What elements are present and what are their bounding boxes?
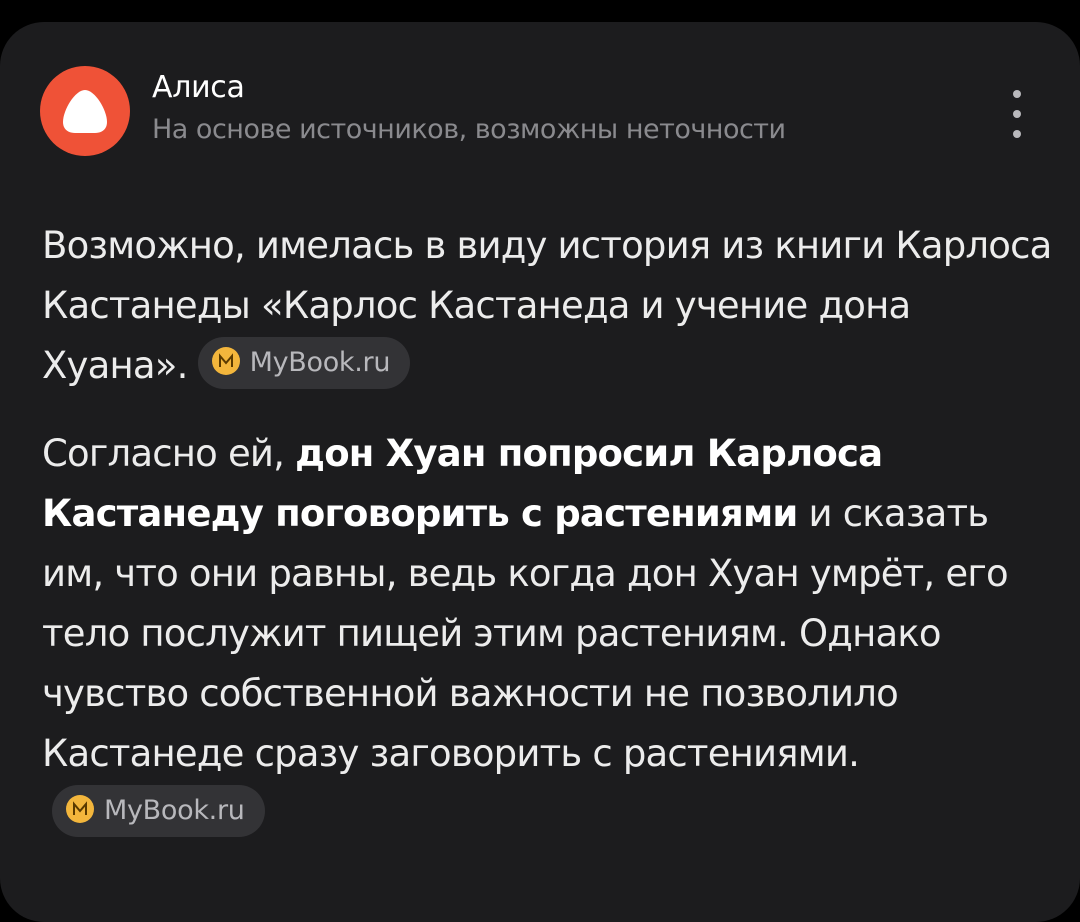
more-vertical-icon[interactable] xyxy=(998,86,1038,142)
mybook-logo-icon xyxy=(211,347,240,375)
answer-paragraph-1: Возможно, имелась в виду история из книг… xyxy=(42,216,1052,396)
assistant-name: Алиса xyxy=(152,70,245,105)
answer-paragraph-2: Согласно ей, дон Хуан попросил Карлоса К… xyxy=(42,424,1052,844)
source-chip-1[interactable]: MyBook.ru xyxy=(197,336,411,389)
source-chip-1-label: MyBook.ru xyxy=(249,346,391,378)
alice-logo-icon xyxy=(40,66,130,156)
source-chip-2[interactable]: MyBook.ru xyxy=(52,784,265,837)
mybook-logo-icon xyxy=(66,795,94,823)
answer-header: Алиса На основе источников, возможны нет… xyxy=(40,66,1040,156)
source-chip-2-label: MyBook.ru xyxy=(104,794,245,826)
disclaimer-text: На основе источников, возможны неточност… xyxy=(152,114,786,145)
paragraph-1-text: Возможно, имелась в виду история из книг… xyxy=(42,224,1052,387)
assistant-answer-card: Алиса На основе источников, возможны нет… xyxy=(0,22,1080,922)
paragraph-2-text-before: Согласно ей, xyxy=(42,432,296,475)
